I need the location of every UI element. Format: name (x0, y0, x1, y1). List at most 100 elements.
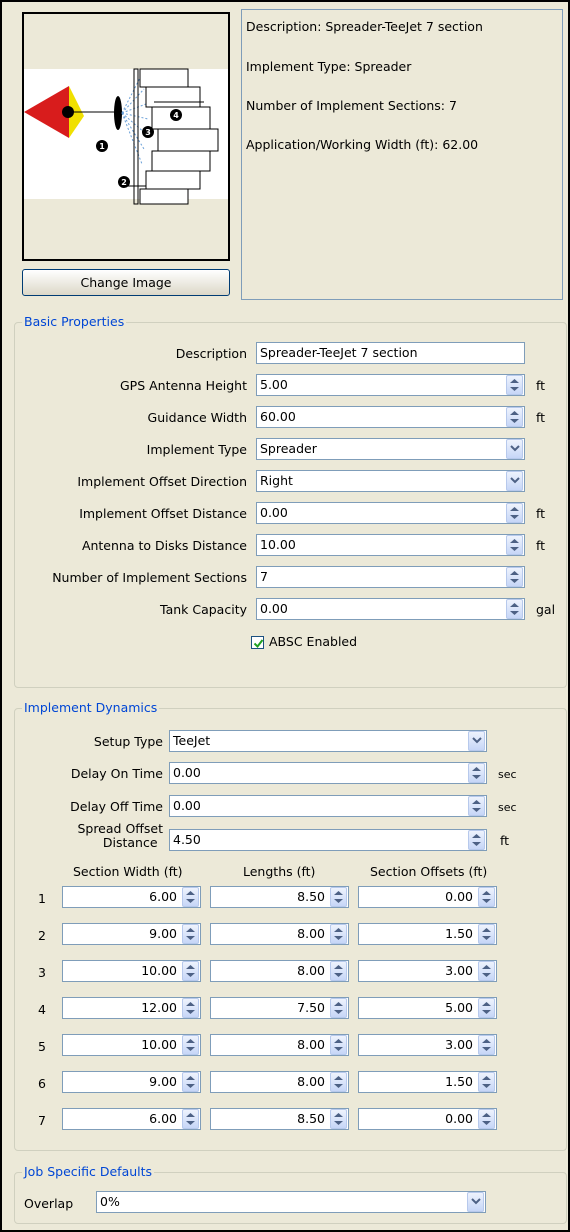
section-offset-value: 3.00 (445, 963, 473, 978)
section-width-spinner[interactable] (182, 998, 199, 1018)
overlap-value: 0% (100, 1194, 120, 1209)
section-offset-input[interactable]: 1.50 (358, 923, 497, 945)
number-of-sections-spinner[interactable] (506, 567, 523, 587)
implement-offset-direction-dropdown-button[interactable] (506, 471, 523, 491)
diagram-label-3: 3 (145, 128, 151, 137)
implement-type-label: Implement Type (146, 442, 247, 457)
section-length-spinner[interactable] (330, 961, 347, 981)
section-width-spinner[interactable] (182, 924, 199, 944)
diagram-label-4: 4 (173, 111, 179, 120)
section-length-input[interactable]: 8.50 (210, 886, 349, 908)
implement-offset-direction-select[interactable]: Right (256, 470, 525, 492)
section-offset-spinner[interactable] (478, 998, 495, 1018)
gps-antenna-height-label: GPS Antenna Height (120, 378, 247, 393)
gps-antenna-height-spinner[interactable] (506, 375, 523, 395)
change-image-button[interactable]: Change Image (22, 269, 230, 296)
section-offset-spinner[interactable] (478, 1035, 495, 1055)
summary-implement-type: Implement Type: Spreader (246, 59, 412, 74)
section-width-input[interactable]: 6.00 (62, 886, 201, 908)
section-offset-input[interactable]: 0.00 (358, 1108, 497, 1130)
delay-on-time-input[interactable]: 0.00 (169, 762, 487, 784)
section-length-value: 8.00 (297, 1074, 325, 1089)
section-width-input[interactable]: 6.00 (62, 1108, 201, 1130)
section-width-spinner[interactable] (182, 961, 199, 981)
setup-type-dropdown-button[interactable] (468, 731, 485, 751)
section-width-input[interactable]: 10.00 (62, 960, 201, 982)
section-width-input[interactable]: 9.00 (62, 923, 201, 945)
section-offset-value: 1.50 (445, 926, 473, 941)
delay-off-time-input[interactable]: 0.00 (169, 795, 487, 817)
section-width-input[interactable]: 10.00 (62, 1034, 201, 1056)
section-width-spinner[interactable] (182, 1072, 199, 1092)
section-offset-spinner[interactable] (478, 1072, 495, 1092)
number-of-sections-input[interactable]: 7 (256, 566, 525, 588)
section-length-input[interactable]: 8.00 (210, 960, 349, 982)
section-length-input[interactable]: 8.00 (210, 1071, 349, 1093)
section-offset-value: 5.00 (445, 1000, 473, 1015)
tank-capacity-spinner[interactable] (506, 599, 523, 619)
delay-off-time-spinner[interactable] (468, 796, 485, 816)
spread-offset-distance-value: 4.50 (173, 832, 201, 847)
section-width-value: 9.00 (149, 926, 177, 941)
overlap-label: Overlap (24, 1196, 74, 1211)
section-length-input[interactable]: 8.00 (210, 1034, 349, 1056)
delay-on-time-spinner[interactable] (468, 763, 485, 783)
section-length-spinner[interactable] (330, 1035, 347, 1055)
section-offset-spinner[interactable] (478, 961, 495, 981)
overlap-dropdown-button[interactable] (467, 1192, 484, 1212)
gps-antenna-height-input[interactable]: 5.00 (256, 374, 525, 396)
section-width-value: 10.00 (141, 1037, 177, 1052)
section-offset-input[interactable]: 3.00 (358, 1034, 497, 1056)
implement-offset-distance-label: Implement Offset Distance (79, 506, 247, 521)
section-offset-value: 1.50 (445, 1074, 473, 1089)
section-offset-input[interactable]: 0.00 (358, 886, 497, 908)
section-length-value: 8.00 (297, 963, 325, 978)
section-length-spinner[interactable] (330, 924, 347, 944)
spread-offset-distance-label: Spread Offset Distance (77, 822, 163, 850)
section-offset-spinner[interactable] (478, 924, 495, 944)
implement-dynamics-title: Implement Dynamics (22, 700, 160, 715)
section-length-value: 8.00 (297, 1037, 325, 1052)
section-row-number: 1 (38, 891, 46, 906)
section-offset-spinner[interactable] (478, 887, 495, 907)
section-length-input[interactable]: 8.50 (210, 1108, 349, 1130)
overlap-select[interactable]: 0% (96, 1191, 486, 1213)
delay-off-time-unit: sec (498, 801, 517, 814)
section-length-value: 8.50 (297, 1111, 325, 1126)
spread-offset-distance-input[interactable]: 4.50 (169, 829, 487, 851)
section-width-spinner[interactable] (182, 887, 199, 907)
antenna-to-disks-spinner[interactable] (506, 535, 523, 555)
section-width-spinner[interactable] (182, 1109, 199, 1129)
section-offset-spinner[interactable] (478, 1109, 495, 1129)
section-length-spinner[interactable] (330, 887, 347, 907)
section-length-value: 8.00 (297, 926, 325, 941)
antenna-to-disks-unit: ft (536, 538, 546, 553)
absc-enabled-checkbox[interactable] (251, 636, 264, 649)
section-length-spinner[interactable] (330, 1072, 347, 1092)
section-length-spinner[interactable] (330, 998, 347, 1018)
guidance-width-spinner[interactable] (506, 407, 523, 427)
section-offset-input[interactable]: 1.50 (358, 1071, 497, 1093)
spread-offset-distance-spinner[interactable] (468, 830, 485, 850)
tank-capacity-input[interactable]: 0.00 (256, 598, 525, 620)
section-width-input[interactable]: 12.00 (62, 997, 201, 1019)
description-input[interactable]: Spreader-TeeJet 7 section (256, 342, 525, 364)
section-offset-input[interactable]: 3.00 (358, 960, 497, 982)
guidance-width-input[interactable]: 60.00 (256, 406, 525, 428)
implement-type-select[interactable]: Spreader (256, 438, 525, 460)
section-length-input[interactable]: 7.50 (210, 997, 349, 1019)
implement-offset-distance-spinner[interactable] (506, 503, 523, 523)
setup-type-label: Setup Type (93, 734, 163, 749)
section-offset-input[interactable]: 5.00 (358, 997, 497, 1019)
section-length-input[interactable]: 8.00 (210, 923, 349, 945)
setup-type-select[interactable]: TeeJet (169, 730, 487, 752)
section-width-spinner[interactable] (182, 1035, 199, 1055)
antenna-to-disks-input[interactable]: 10.00 (256, 534, 525, 556)
section-length-spinner[interactable] (330, 1109, 347, 1129)
section-offset-value: 0.00 (445, 889, 473, 904)
section-width-input[interactable]: 9.00 (62, 1071, 201, 1093)
implement-type-dropdown-button[interactable] (506, 439, 523, 459)
antenna-to-disks-value: 10.00 (260, 537, 296, 552)
number-of-sections-value: 7 (260, 569, 268, 584)
implement-offset-distance-input[interactable]: 0.00 (256, 502, 525, 524)
